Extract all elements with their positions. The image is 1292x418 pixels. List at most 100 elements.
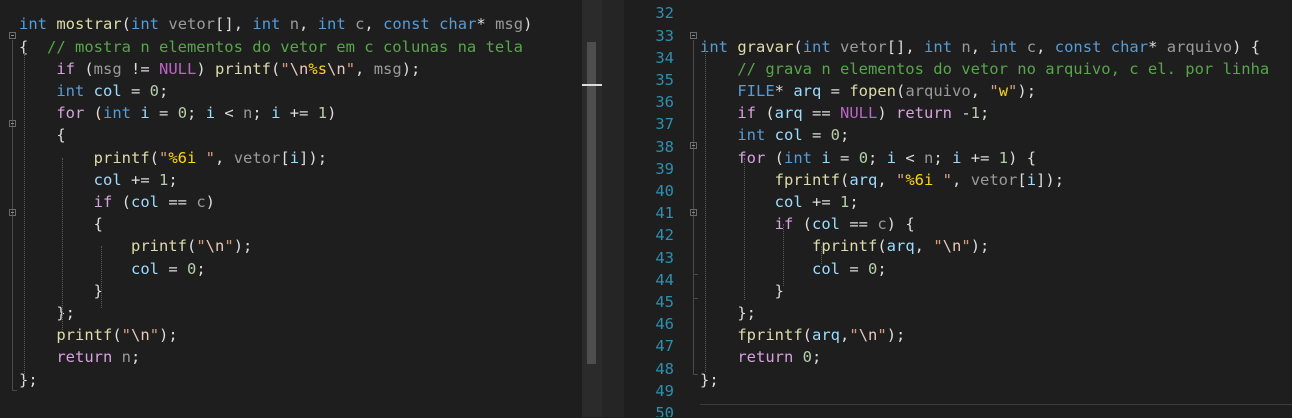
code-line[interactable]: if (msg != NULL) printf("\n%s\n", msg); [19,58,420,80]
vertical-scrollbar[interactable] [582,0,602,417]
code-line[interactable]: int mostrar(int vetor[], int n, int c, c… [19,13,532,35]
code-line[interactable]: } [700,280,784,302]
code-token: ]); [1036,170,1065,189]
code-token: arquivo [905,82,971,100]
code-token: ; [252,104,272,123]
code-token: // grava n elementos do vetor no arquivo… [737,59,1270,78]
scrollbar-thumb[interactable] [587,42,596,364]
code-line[interactable]: for (int i = 0; i < n; i += 1) { [700,147,1036,169]
code-token: " [961,237,971,256]
code-token: msg [373,59,402,78]
fold-toggle-icon[interactable] [9,209,16,216]
code-token: ) [327,104,337,123]
code-token: \n [942,237,962,256]
code-token: c [196,193,206,211]
code-line[interactable]: if (arq == NULL) return -1; [700,102,989,124]
code-token: \n [131,326,150,345]
fold-toggle-icon[interactable] [690,32,697,39]
fold-toggle-icon[interactable] [9,120,16,127]
code-line[interactable]: }; [19,369,38,391]
code-line[interactable]: }; [700,369,719,391]
code-token: , [364,15,384,34]
code-line[interactable]: int col = 0; [700,124,849,146]
code-line[interactable]: col += 1; [700,191,859,213]
code-token: n [961,37,971,56]
code-token: mostrar [56,15,122,34]
code-token: n [924,148,934,167]
code-token: printf [215,59,271,78]
fold-toggle-icon[interactable] [690,209,697,216]
code-line[interactable]: col = 0; [19,258,206,280]
code-token: ; [849,193,859,211]
code-token: * [476,15,496,34]
code-token: int [989,37,1018,56]
code-token: < [896,148,925,167]
code-line[interactable]: fprintf(arq, "%6i ", vetor[i]); [700,169,1064,191]
code-token: ); [886,326,906,345]
code-line[interactable]: col += 1; [19,169,178,191]
code-token: printf [56,326,113,345]
fold-range-end [693,298,698,299]
code-token: , [840,326,850,345]
code-token: 1 [970,104,981,123]
code-line[interactable]: { [19,213,103,235]
code-line[interactable]: if (col == c) { [700,213,915,235]
code-token: ( [149,148,159,167]
code-token: i [1026,170,1037,189]
code-line[interactable]: FILE* arq = fopen(arquivo, "w"); [700,80,1036,102]
code-line[interactable]: { // mostra n elementos do vetor em c co… [19,36,523,58]
code-line[interactable]: } [19,280,103,302]
fold-toggle-icon[interactable] [690,142,697,149]
left-code-editor[interactable]: int mostrar(int vetor[], int n, int c, c… [0,0,582,417]
code-token: int [19,15,47,34]
code-token: ; [868,148,887,167]
code-token: w [998,82,1009,100]
code-token: ( [896,82,906,100]
code-token: [ [280,148,290,167]
code-line[interactable]: int gravar(int vetor[], int n, int c, co… [700,36,1260,58]
code-line[interactable]: }; [700,302,756,324]
split-divider[interactable] [602,0,624,417]
code-token: vetor [168,15,216,34]
code-line[interactable]: col = 0; [700,258,887,280]
code-line[interactable]: return n; [19,346,140,368]
code-token: int [924,37,953,56]
code-line[interactable]: printf("%6i ", vetor[i]); [19,147,327,169]
code-line[interactable]: return 0; [700,346,821,368]
code-token: col [130,259,159,278]
indent-guide [101,246,102,308]
code-token: const [383,15,430,34]
code-token: , [299,15,318,34]
fold-toggle-icon[interactable] [9,32,16,39]
code-line[interactable]: fprintf(arq,"\n"); [700,324,905,346]
code-token: " [896,170,906,189]
code-line[interactable]: printf("\n"); [19,235,252,257]
code-token: { [19,126,66,145]
line-number: 46 [655,315,674,334]
code-token: ( [802,326,812,345]
code-line[interactable]: int col = 0; [19,80,168,102]
code-token: += [280,104,318,123]
right-code-editor[interactable]: 32 33 34 35 36 37 38 39 40 41 42 43 44 45 46 47 48 49 50 in… [624,0,1292,417]
code-line[interactable]: { [19,124,66,146]
code-token: " [159,148,169,167]
code-token: vetor [233,148,281,167]
code-token: ) { [1008,148,1037,167]
code-token: = [149,104,178,123]
code-line[interactable]: // grava n elementos do vetor no arquivo… [700,58,1269,80]
code-line[interactable]: }; [19,302,75,324]
code-line[interactable]: for (int i = 0; i < n; i += 1) [19,102,336,124]
code-token: ; [840,126,850,145]
code-token: ( [793,37,803,56]
line-number: 47 [655,337,674,356]
code-line[interactable]: if (col == c) [19,191,215,213]
code-line[interactable]: printf("\n"); [19,324,177,346]
